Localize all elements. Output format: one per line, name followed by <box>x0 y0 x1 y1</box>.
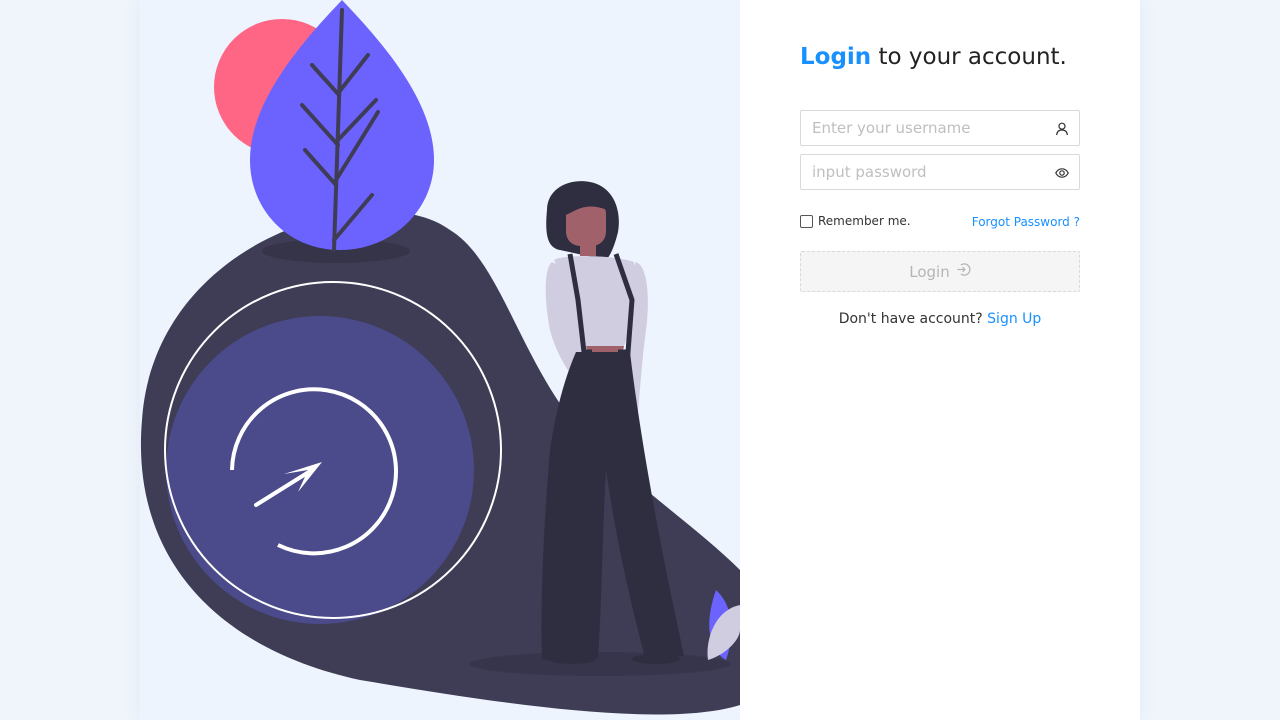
eye-icon[interactable] <box>1055 165 1069 179</box>
login-illustration <box>140 0 740 720</box>
user-icon <box>1055 121 1069 136</box>
password-field[interactable] <box>800 154 1080 190</box>
forgot-password-link[interactable]: Forgot Password ? <box>972 215 1080 229</box>
remember-label: Remember me. <box>818 214 911 228</box>
illustration-art <box>140 0 740 715</box>
remember-checkbox[interactable] <box>800 214 813 228</box>
login-button[interactable]: Login <box>800 251 1080 292</box>
password-input[interactable] <box>801 155 1052 189</box>
page-title: Login to your account. <box>800 44 1067 70</box>
remember-me[interactable]: Remember me. <box>800 214 911 228</box>
no-account-text: Don't have account? <box>838 311 988 327</box>
login-button-label: Login <box>909 262 950 281</box>
title-accent: Login <box>800 44 872 70</box>
sign-up-link[interactable]: Sign Up <box>987 311 1041 327</box>
username-field[interactable] <box>800 110 1080 146</box>
login-panel: Login to your account. Remember me. <box>740 0 1140 720</box>
signup-prompt: Don't have account? Sign Up <box>800 311 1080 327</box>
login-icon <box>956 262 971 281</box>
title-rest: to your account. <box>871 44 1067 70</box>
username-input[interactable] <box>801 111 1052 145</box>
login-layout: Login to your account. Remember me. <box>140 0 1140 720</box>
